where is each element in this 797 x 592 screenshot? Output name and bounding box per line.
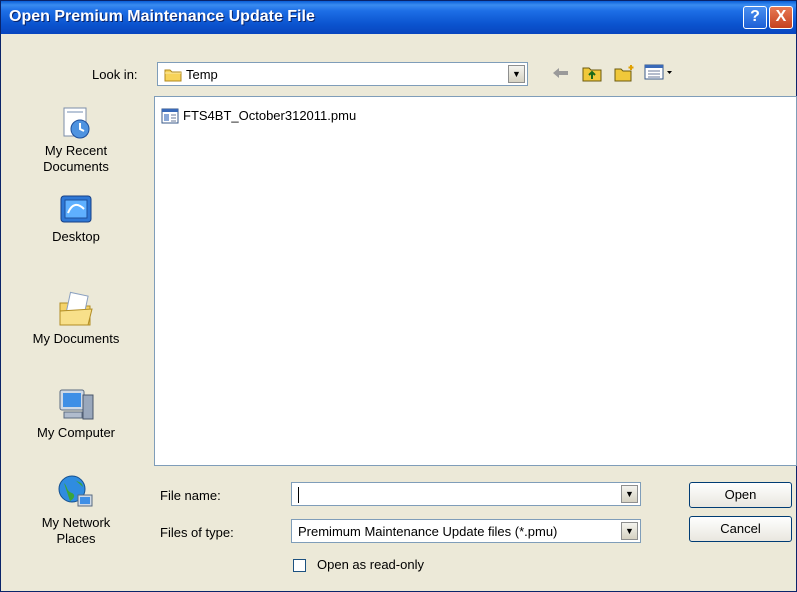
recent-documents-icon — [63, 107, 90, 139]
cancel-button[interactable]: Cancel — [689, 516, 792, 542]
place-network-places[interactable]: My Network Places — [9, 473, 143, 547]
filetype-value: Premimum Maintenance Update files (*.pmu… — [298, 524, 558, 539]
lookin-combo[interactable]: Temp ▼ — [157, 62, 528, 86]
back-icon[interactable] — [550, 64, 572, 84]
file-list[interactable]: FTS4BT_October312011.pmu — [154, 96, 797, 466]
dialog-title: Open Premium Maintenance Update File — [9, 8, 315, 25]
text-caret — [298, 487, 299, 503]
place-label-recent: My Recent Documents — [43, 143, 109, 174]
lookin-dropdown-arrow[interactable]: ▼ — [508, 65, 525, 83]
filename-dropdown-arrow[interactable]: ▼ — [621, 485, 638, 503]
lookin-value: Temp — [186, 67, 218, 82]
help-button[interactable]: ? — [743, 6, 767, 29]
filename-label: File name: — [160, 488, 221, 503]
folder-icon — [164, 69, 182, 82]
filetype-dropdown-arrow[interactable]: ▼ — [621, 522, 638, 540]
filename-combo[interactable]: ▼ — [291, 482, 641, 506]
place-my-documents[interactable]: My Documents — [9, 289, 143, 347]
lookin-label: Look in: — [92, 67, 138, 82]
my-documents-icon — [59, 291, 93, 326]
place-label-documents: My Documents — [32, 331, 120, 346]
view-menu-icon[interactable] — [643, 64, 675, 84]
places-bar: My Recent Documents Desktop My Documents — [9, 93, 143, 573]
filetype-label: Files of type: — [160, 525, 234, 540]
my-computer-icon — [59, 389, 94, 420]
open-button[interactable]: Open — [689, 482, 792, 508]
up-folder-icon[interactable] — [581, 64, 603, 84]
file-name: FTS4BT_October312011.pmu — [183, 108, 357, 123]
place-label-desktop: Desktop — [52, 229, 100, 244]
readonly-checkbox[interactable] — [293, 559, 306, 572]
title-bar[interactable]: Open Premium Maintenance Update File ? X — [1, 1, 796, 34]
place-desktop[interactable]: Desktop — [9, 193, 143, 245]
place-recent-documents[interactable]: My Recent Documents — [9, 105, 143, 175]
new-folder-icon[interactable] — [613, 64, 637, 84]
place-label-computer: My Computer — [36, 425, 116, 440]
place-my-computer[interactable]: My Computer — [9, 387, 143, 441]
close-button[interactable]: X — [769, 6, 793, 29]
filetype-combo[interactable]: Premimum Maintenance Update files (*.pmu… — [291, 519, 641, 543]
network-places-icon — [58, 475, 93, 507]
desktop-icon — [60, 195, 92, 223]
readonly-label: Open as read-only — [317, 557, 424, 572]
place-label-network: My Network Places — [41, 515, 111, 546]
open-file-dialog: Open Premium Maintenance Update File ? X… — [0, 0, 797, 592]
pmu-file-icon — [161, 108, 179, 124]
